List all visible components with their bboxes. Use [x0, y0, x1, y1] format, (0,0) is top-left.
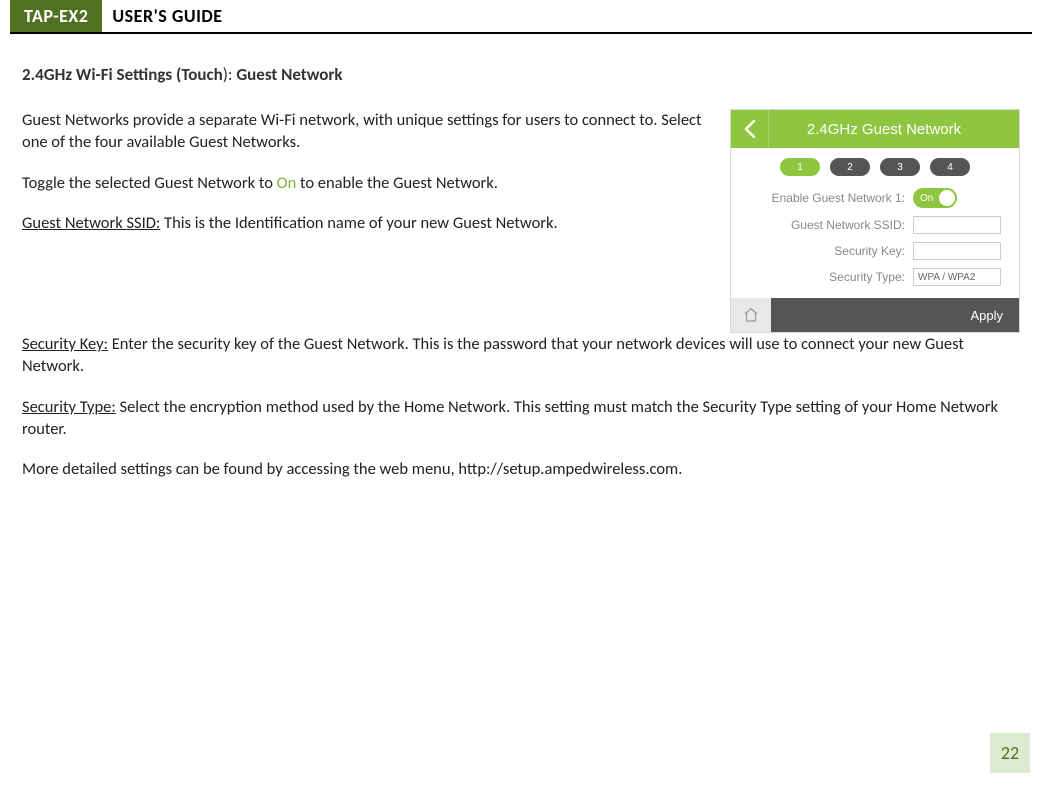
product-badge: TAP-EX2 [10, 0, 102, 32]
page-header: TAP-EX2 USER'S GUIDE [10, 0, 1032, 34]
tab-2[interactable]: 2 [830, 158, 870, 176]
paragraph-ssid: Guest Network SSID: This is the Identifi… [22, 212, 712, 234]
enable-toggle[interactable]: On [913, 188, 957, 208]
phone-header: 2.4GHz Guest Network [731, 110, 1019, 148]
ssid-input[interactable] [913, 216, 1001, 234]
tab-3[interactable]: 3 [880, 158, 920, 176]
paragraph-intro: Guest Networks provide a separate Wi-Fi … [22, 109, 712, 154]
phone-header-title: 2.4GHz Guest Network [769, 121, 1019, 138]
home-button[interactable] [731, 298, 771, 332]
paragraph-toggle: Toggle the selected Guest Network to On … [22, 172, 712, 194]
phone-screenshot: 2.4GHz Guest Network 1 2 3 4 Enable Gues… [730, 109, 1020, 333]
guide-title: USER'S GUIDE [102, 0, 222, 32]
chevron-left-icon [744, 120, 756, 138]
type-select[interactable]: WPA / WPA2 [913, 268, 1001, 286]
paragraph-security-type: Security Type: Select the encryption met… [22, 396, 1020, 441]
type-label: Security Type: [741, 270, 913, 284]
key-input[interactable] [913, 242, 1001, 260]
page-number: 22 [990, 733, 1030, 773]
enable-label: Enable Guest Network 1: [741, 191, 913, 205]
paragraph-more-info: More detailed settings can be found by a… [22, 458, 1020, 480]
home-icon [743, 307, 759, 323]
tab-4[interactable]: 4 [930, 158, 970, 176]
guest-network-tabs: 1 2 3 4 [731, 148, 1019, 184]
ssid-label: Guest Network SSID: [741, 218, 913, 232]
back-button[interactable] [731, 110, 769, 148]
apply-button[interactable]: Apply [771, 298, 1019, 332]
section-title: 2.4GHz Wi-Fi Settings (Touch): Guest Net… [22, 64, 1020, 85]
toggle-knob [939, 190, 955, 206]
paragraph-security-key: Security Key: Enter the security key of … [22, 333, 1020, 378]
key-label: Security Key: [741, 244, 913, 258]
tab-1[interactable]: 1 [780, 158, 820, 176]
